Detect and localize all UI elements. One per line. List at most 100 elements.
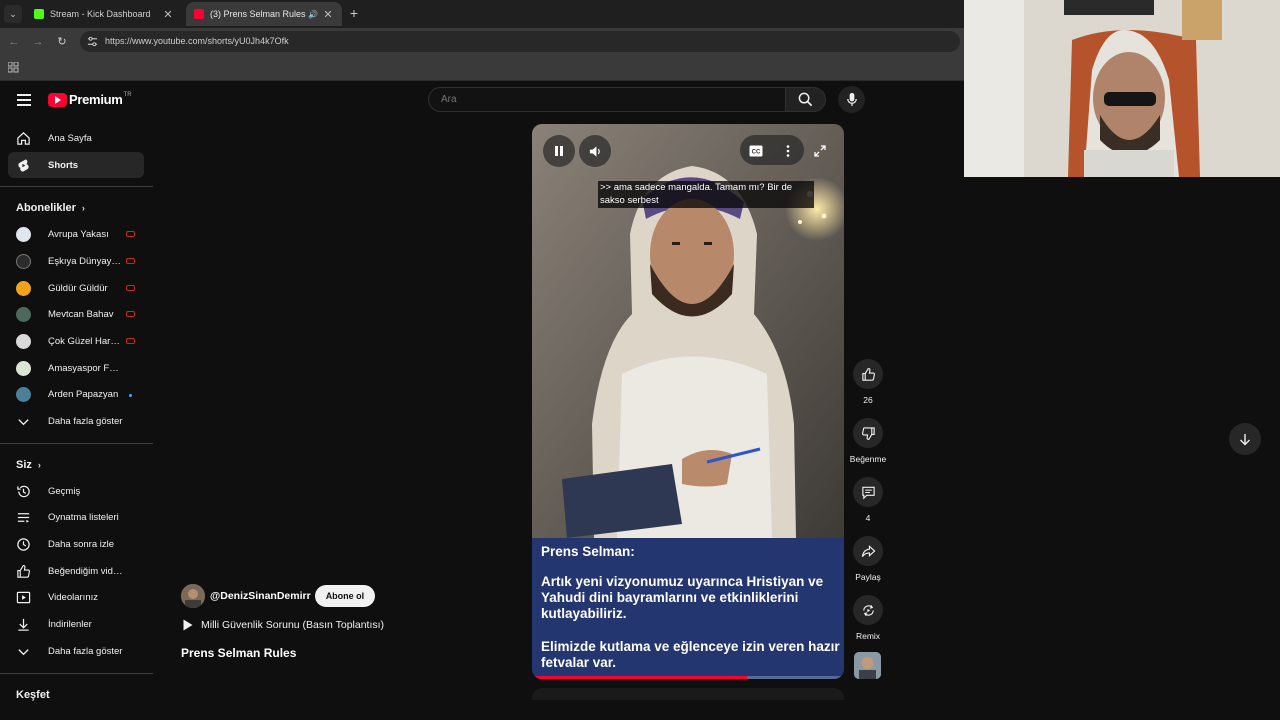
share-button[interactable]: Paylaş [851,536,885,582]
comments-button[interactable]: 4 [851,477,885,523]
caption-line-1: Artık yeni vizyonumuz uyarınca Hristiyan… [541,574,824,621]
apps-grid-icon[interactable] [8,62,19,73]
tab-youtube-short[interactable]: (3) Prens Selman Rules - YouTube 🔊 ✕ [186,2,342,26]
shorts-icon [18,158,29,172]
play-icon [183,619,193,631]
back-icon[interactable]: ← [6,34,22,50]
sidebar-item-show-more[interactable]: Daha fazla göster [0,408,153,435]
live-indicator-icon [126,284,135,291]
next-short-button[interactable] [1229,423,1261,455]
sidebar-item-label: Arden Papazyan [48,389,119,401]
sidebar-item-label: Çok Güzel Hareketler [48,335,124,347]
comment-icon [861,486,875,499]
next-short-preview [532,688,844,700]
sidebar-item-history[interactable]: Geçmiş [0,478,153,505]
burned-in-caption: Prens Selman: Artık yeni vizyonumuz uyar… [532,538,844,679]
home-icon [17,131,30,145]
audio-source-link[interactable]: Milli Güvenlik Sorunu (Basın Toplantısı) [183,619,384,631]
sidebar-item-label: Mevtcan Bahav [48,309,114,321]
channel-avatar [16,307,31,323]
sidebar-item-watch-later[interactable]: Daha sonra izle [0,531,153,558]
sidebar-item-label: Videolarınız [48,592,98,604]
new-tab-button[interactable]: + [346,5,362,21]
download-icon [18,619,29,631]
subscriptions-header[interactable]: Abonelikler › [0,195,153,221]
video-subtitle: >> ama sadece mangalda. Tamam mı? Bir de… [598,181,814,208]
tab-audio-icon[interactable]: 🔊 [308,10,318,19]
channel-avatar[interactable] [181,584,205,608]
sidebar-item-label: Daha fazla göster [48,416,123,428]
sidebar-item-subscription[interactable]: Amasyaspor Futbol [0,355,153,382]
volume-button[interactable] [579,135,611,167]
tab-close-icon[interactable]: ✕ [322,8,334,21]
kick-favicon-icon [34,9,44,19]
history-icon [17,485,30,497]
youtube-premium-logo[interactable]: Premium TR [48,92,132,107]
chevron-down-icon [18,419,29,426]
sidebar-item-playlists[interactable]: Oynatma listeleri [0,505,153,532]
caption-speaker: Prens Selman: [541,544,635,559]
sidebar-item-label: Beğendiğim videolar [48,565,124,577]
guide-menu-icon[interactable] [17,94,31,106]
remix-icon [862,604,874,616]
sidebar-item-subscription[interactable]: Mevtcan Bahav [0,301,153,328]
tab-kick-dashboard[interactable]: Stream - Kick Dashboard ✕ [26,2,182,26]
sidebar-item-shorts[interactable]: Shorts [8,151,144,179]
sidebar-item-your-videos[interactable]: Videolarınız [0,585,153,612]
subscribe-button[interactable]: Abone ol [314,585,376,607]
url-bar[interactable]: https://www.youtube.com/shorts/yU0Jh4k7O… [80,31,960,52]
dislike-button[interactable]: Beğenme [850,418,886,464]
sidebar-item-home[interactable]: Ana Sayfa [0,125,153,152]
sidebar-item-label: Oynatma listeleri [48,512,119,524]
sidebar-item-subscription[interactable]: Çok Güzel Hareketler [0,328,153,355]
shorts-player[interactable]: CC >> ama sadece mangalda. Tamam mı? Bir… [532,124,844,679]
thumbs-down-icon [861,426,875,440]
more-options-button[interactable] [772,135,804,167]
progress-bar[interactable] [532,676,844,679]
like-button[interactable]: 26 [851,359,885,405]
tab-title: Stream - Kick Dashboard [50,9,151,19]
search-box[interactable] [428,87,786,112]
channel-handle[interactable]: @DenizSinanDemirr [210,590,311,602]
channel-avatar [16,360,31,376]
logo-text: Premium [69,92,123,107]
chevron-right-icon: › [81,203,85,214]
sound-thumbnail-image [854,652,881,679]
live-indicator-icon [126,338,135,345]
captions-button[interactable]: CC [740,135,772,167]
sidebar-item-show-more[interactable]: Daha fazla göster [0,638,153,665]
search-button[interactable] [786,87,826,112]
sidebar-item-subscription[interactable]: Avrupa Yakası [0,221,153,248]
you-title: Siz [16,458,32,471]
sidebar-item-label: Amasyaspor Futbol [48,362,124,374]
webcam-overlay [964,0,1280,177]
explore-title: Keşfet [16,688,50,701]
subscriptions-title: Abonelikler [16,202,76,215]
pause-button[interactable] [543,135,575,167]
arrow-down-icon [1240,433,1250,445]
tab-search-chevron-icon[interactable]: ⌄ [4,5,22,23]
logo-region: TR [123,91,132,98]
reload-icon[interactable]: ↻ [54,34,70,50]
sidebar-item-subscription[interactable]: Güldür Güldür [0,275,153,302]
sidebar-item-downloads[interactable]: İndirilenler [0,611,153,638]
sidebar-item-subscription[interactable]: Arden Papazyan [0,382,153,409]
fullscreen-button[interactable] [804,135,836,167]
sidebar-item-label: Avrupa Yakası [48,229,109,241]
sound-source-thumbnail[interactable] [854,652,881,679]
sidebar-item-label: İndirilenler [48,619,92,631]
you-header[interactable]: Siz › [0,452,153,478]
sidebar-item-subscription[interactable]: Eşkıya Dünyaya Hükümdar Olmaz [0,248,153,275]
tab-close-icon[interactable]: ✕ [162,8,174,21]
channel-avatar [16,280,31,296]
search-input[interactable] [441,94,771,105]
remix-button[interactable]: Remix [851,595,885,641]
sidebar-item-liked-videos[interactable]: Beğendiğim videolar [0,558,153,585]
voice-search-button[interactable] [838,86,865,113]
microphone-icon [846,92,857,107]
search-icon [798,92,813,107]
like-count: 26 [863,395,873,405]
channel-row: @DenizSinanDemirr Abone ol [181,584,376,608]
site-info-icon[interactable] [87,36,98,47]
forward-icon[interactable]: → [30,34,46,50]
